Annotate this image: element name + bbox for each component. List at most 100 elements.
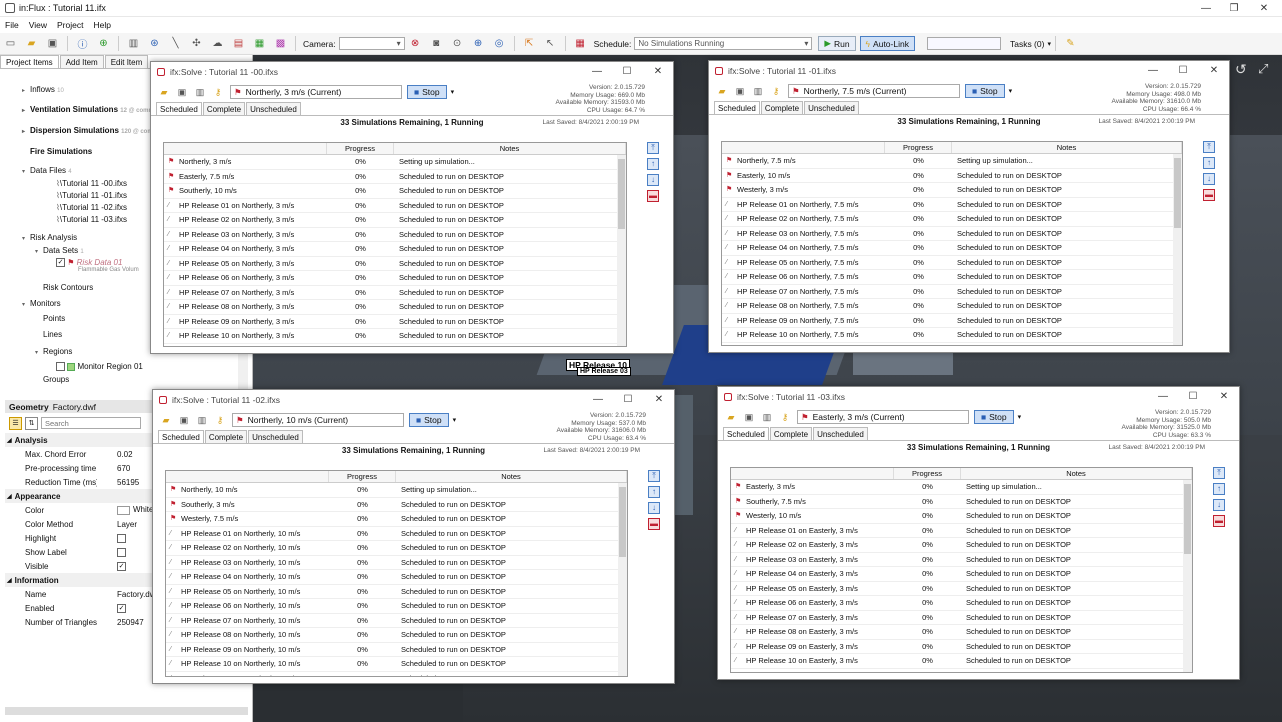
tree-item[interactable]: ⌇\Tutorial 11 -00.ifxs — [48, 179, 127, 188]
simulation-row[interactable]: ⁄ HP Release 01 on Northerly, 10 m/s 0% Sch… — [166, 527, 627, 541]
dialog-maximize-button[interactable]: ☐ — [1178, 387, 1208, 407]
simulation-row[interactable]: ⁄ HP Release 04 on Easterly, 3 m/s 0% Sched… — [731, 567, 1192, 582]
current-simulation-select[interactable]: ⚑ Northerly, 10 m/s (Current) — [232, 413, 404, 427]
tree-item[interactable]: Points — [35, 314, 65, 323]
dialog-minimize-button[interactable]: — — [583, 390, 613, 410]
server-icon[interactable]: ▥ — [194, 86, 206, 98]
collapse-icon[interactable]: ◢ — [7, 437, 12, 444]
chevron-down-icon[interactable]: ▾ — [22, 168, 30, 175]
simulation-row[interactable]: ⁄ HP Release 07 on Northerly, 7.5 m/s 0% Sc… — [722, 285, 1182, 299]
menu-file[interactable]: File — [5, 20, 19, 30]
move-to-top-icon[interactable]: ⤒ — [647, 142, 659, 154]
move-down-icon[interactable]: ↓ — [1203, 173, 1215, 185]
add-icon[interactable]: ⊕ — [97, 37, 110, 50]
property-value[interactable]: 0.02 — [117, 450, 133, 459]
current-simulation-select[interactable]: ⚑ Easterly, 3 m/s (Current) — [797, 410, 969, 424]
tree-item[interactable]: Risk Contours — [35, 283, 93, 292]
tree-item[interactable]: ▾ Risk Analysis — [22, 233, 77, 242]
auto-link-button[interactable]: ϟ Auto-Link — [859, 36, 915, 51]
column-header-progress[interactable]: Progress — [327, 143, 394, 154]
simulation-row[interactable]: ⚑ Easterly, 10 m/s 0% Scheduled to run on D… — [722, 169, 1182, 183]
tab-unscheduled[interactable]: Unscheduled — [813, 427, 868, 440]
open-folder-icon[interactable]: ▰ — [160, 414, 172, 426]
tab-scheduled[interactable]: Scheduled — [723, 427, 769, 440]
tree-item[interactable]: Groups — [35, 375, 69, 384]
cloud-icon[interactable]: ☁ — [211, 37, 224, 50]
current-simulation-select[interactable]: ⚑ Northerly, 7.5 m/s (Current) — [788, 84, 960, 98]
column-header-notes[interactable]: Notes — [952, 142, 1182, 153]
simulation-row[interactable]: ⁄ HP Release 10 on Easterly, 3 m/s 0% Sched… — [731, 654, 1192, 669]
properties-hscroll[interactable] — [5, 707, 248, 715]
remove-icon[interactable]: ▬ — [1213, 515, 1225, 527]
column-header-name[interactable] — [722, 142, 885, 153]
simulation-row[interactable]: ⁄ HP Release 09 on Easterly, 3 m/s 0% Sched… — [731, 640, 1192, 654]
new-project-icon[interactable]: ▭ — [4, 37, 17, 50]
move-up-icon[interactable]: ↑ — [648, 486, 660, 498]
open-folder-icon[interactable]: ▰ — [158, 86, 170, 98]
info-icon[interactable]: ⓘ — [76, 37, 89, 51]
maximize-button[interactable]: ❐ — [1221, 0, 1247, 17]
crosshair-icon[interactable]: ⊕ — [472, 37, 485, 50]
tree-item[interactable]: ▸ Inflows 10 — [22, 85, 64, 94]
tree-item[interactable]: Monitor Region 01 — [48, 362, 143, 372]
tab-unscheduled[interactable]: Unscheduled — [246, 102, 301, 115]
collapse-icon[interactable]: ◢ — [7, 493, 12, 500]
simulation-row[interactable]: ⁄ HP Release 07 on Northerly, 10 m/s 0% Sch… — [166, 614, 627, 628]
simulation-row[interactable]: ⁄ HP Release 09 on Northerly, 3 m/s 0% Sche… — [164, 315, 626, 329]
menu-help[interactable]: Help — [93, 20, 110, 30]
move-up-icon[interactable]: ↑ — [1203, 157, 1215, 169]
properties-search-input[interactable] — [41, 417, 141, 429]
tree-item[interactable]: Lines — [35, 330, 62, 339]
cancel-icon[interactable]: ⊗ — [409, 37, 422, 50]
simulation-row[interactable]: ⁄ HP Release 05 on Northerly, 10 m/s 0% Sch… — [166, 585, 627, 599]
export-icon[interactable]: ⇱ — [523, 37, 536, 50]
checkbox[interactable] — [56, 362, 65, 372]
property-checkbox[interactable]: ✓ — [117, 603, 126, 613]
tab-add-item[interactable]: Add Item — [59, 55, 104, 68]
key-icon[interactable]: ⚷ — [770, 85, 782, 97]
toolbar-overflow-icon[interactable]: ▾ — [1018, 413, 1022, 421]
move-down-icon[interactable]: ↓ — [1213, 499, 1225, 511]
simulation-row[interactable]: ⁄HP Release 01 on Easterly, 7.5 m/s0%Sch… — [164, 344, 626, 347]
simulation-row[interactable]: ⚑ Northerly, 3 m/s 0% Setting up simulation… — [164, 155, 626, 170]
move-up-icon[interactable]: ↑ — [647, 158, 659, 170]
grid-icon[interactable]: ▩ — [274, 37, 287, 50]
save-icon[interactable]: ▣ — [46, 37, 59, 50]
pointer-icon[interactable]: ↖ — [544, 37, 557, 50]
column-header-name[interactable] — [166, 471, 329, 482]
column-header-progress[interactable]: Progress — [894, 468, 961, 479]
tab-complete[interactable]: Complete — [769, 427, 813, 440]
chevron-right-icon[interactable]: ▸ — [22, 107, 30, 114]
tree-item[interactable]: ▸ Dispersion Simulations 120 @ comm... — [22, 126, 163, 135]
simulation-row[interactable]: ⁄ HP Release 08 on Northerly, 10 m/s 0% Sch… — [166, 628, 627, 643]
tree-item[interactable]: ⌇\Tutorial 11 -01.ifxs — [48, 191, 127, 200]
tab-unscheduled[interactable]: Unscheduled — [804, 101, 859, 114]
dialog-close-button[interactable]: ✕ — [1199, 61, 1229, 81]
tree-item[interactable]: ⌇\Tutorial 11 -03.ifxs — [48, 215, 127, 224]
current-simulation-select[interactable]: ⚑ Northerly, 3 m/s (Current) — [230, 85, 402, 99]
property-value[interactable]: 56195 — [117, 478, 139, 487]
chevron-right-icon[interactable]: ▸ — [22, 87, 30, 94]
simulation-row[interactable]: ⁄ HP Release 02 on Northerly, 7.5 m/s 0% Sc… — [722, 212, 1182, 227]
tab-unscheduled[interactable]: Unscheduled — [248, 430, 303, 443]
simulation-row[interactable]: ⁄ HP Release 10 on Northerly, 3 m/s 0% Sche… — [164, 329, 626, 344]
simulation-row[interactable]: ⁄HP Release 01 on Easterly, 10 m/s0%Sche… — [722, 343, 1182, 346]
line-icon[interactable]: ╲ — [169, 37, 182, 50]
dialog-maximize-button[interactable]: ☐ — [1168, 61, 1198, 81]
move-down-icon[interactable]: ↓ — [648, 502, 660, 514]
table-scrollbar[interactable] — [618, 483, 627, 676]
simulation-row[interactable]: ⁄ HP Release 08 on Northerly, 3 m/s 0% Sche… — [164, 300, 626, 315]
simulation-row[interactable]: ⁄ HP Release 03 on Northerly, 3 m/s 0% Sche… — [164, 228, 626, 242]
simulation-row[interactable]: ⚑ Westerly, 7.5 m/s 0% Scheduled to run on … — [166, 512, 627, 527]
property-value[interactable]: 250947 — [117, 618, 144, 627]
simulation-row[interactable]: ⁄ HP Release 03 on Northerly, 7.5 m/s 0% Sc… — [722, 227, 1182, 241]
column-header-notes[interactable]: Notes — [394, 143, 626, 154]
save-icon[interactable]: ▣ — [176, 86, 188, 98]
property-checkbox[interactable] — [117, 547, 126, 557]
server-icon[interactable]: ▥ — [761, 411, 773, 423]
tab-scheduled[interactable]: Scheduled — [158, 430, 204, 443]
key-icon[interactable]: ⚷ — [779, 411, 791, 423]
stop-button[interactable]: ■ Stop — [407, 85, 447, 99]
simulation-row[interactable]: ⁄ HP Release 05 on Northerly, 7.5 m/s 0% Sc… — [722, 256, 1182, 270]
simulation-row[interactable]: ⁄ HP Release 08 on Easterly, 3 m/s 0% Sched… — [731, 625, 1192, 640]
